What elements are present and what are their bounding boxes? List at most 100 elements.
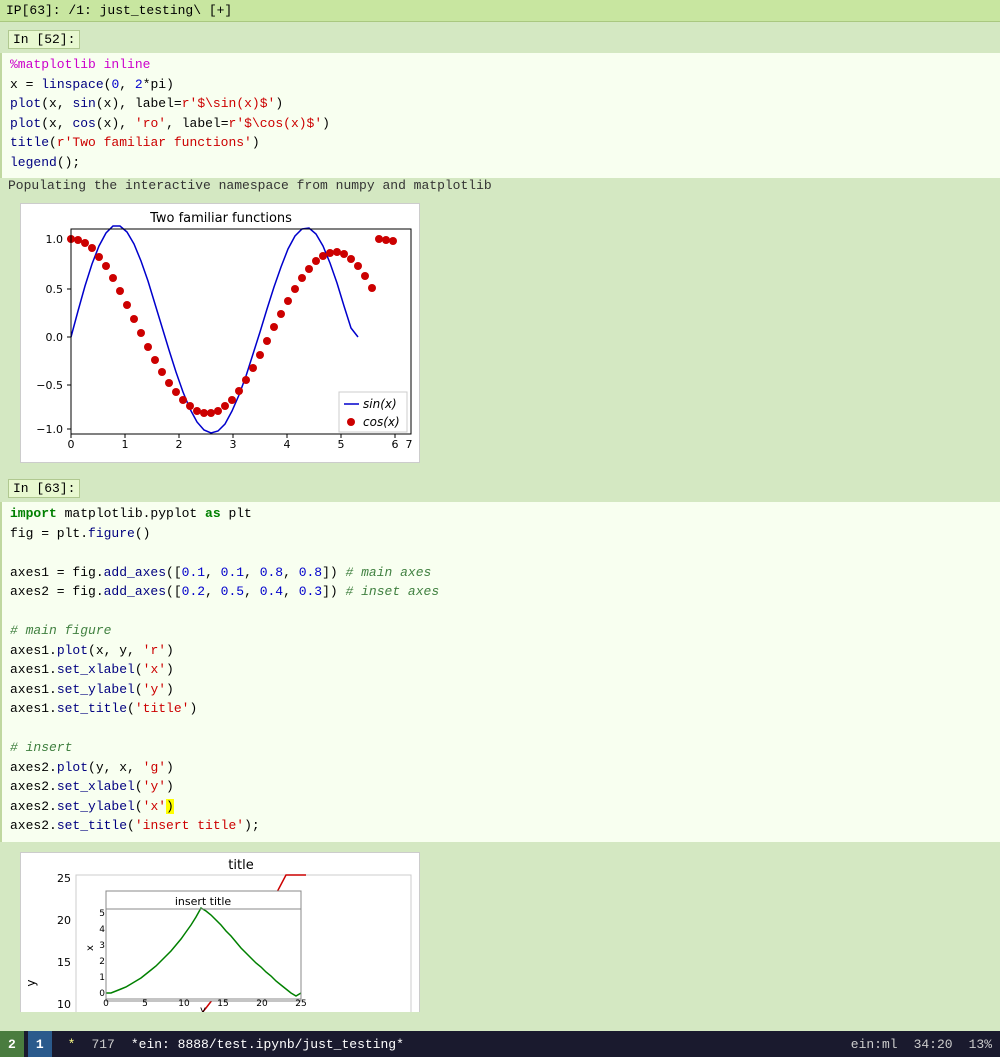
cell-1-label[interactable]: In [52]: — [8, 30, 80, 49]
inset-ytick-2: 2 — [99, 957, 105, 967]
cell-1-output: Populating the interactive namespace fro… — [0, 178, 1000, 193]
cos-dot — [368, 284, 376, 292]
cos-dot — [109, 274, 117, 282]
y-tick-neg0-5: −0.5 — [36, 379, 63, 392]
notebook-content: In [52]: %matplotlib inline x = linspace… — [0, 22, 1000, 1012]
x-tick-2: 2 — [176, 438, 183, 451]
legend-sin-label: sin(x) — [363, 397, 397, 411]
x-tick-3: 3 — [230, 438, 237, 451]
cos-dot — [214, 407, 222, 415]
status-position: 34:20 — [906, 1037, 961, 1052]
cos-dot — [249, 364, 257, 372]
y-tick-neg1: −1.0 — [36, 423, 63, 436]
cos-dot — [228, 396, 236, 404]
inset-xtick-5: 5 — [142, 999, 148, 1009]
cos-dot — [263, 337, 271, 345]
inset-ytick-3: 3 — [99, 941, 105, 951]
y-tick-1: 1.0 — [46, 233, 64, 246]
cos-dot — [130, 315, 138, 323]
cos-dot — [144, 343, 152, 351]
cell-1-code[interactable]: %matplotlib inline x = linspace(0, 2*pi)… — [0, 53, 1000, 178]
y-tick-main-15: 15 — [57, 956, 71, 969]
cos-dot — [200, 409, 208, 417]
cos-dot — [207, 409, 215, 417]
cos-dot — [389, 237, 397, 245]
inset-ytick-0: 0 — [99, 989, 105, 999]
x-tick-4: 4 — [284, 438, 291, 451]
cos-dot — [158, 368, 166, 376]
status-bar: 2 1 * 717 *ein: 8888/test.ipynb/just_tes… — [0, 1031, 1000, 1057]
sin-curve — [71, 226, 358, 433]
inset-title: insert title — [175, 895, 232, 908]
cos-dot — [361, 272, 369, 280]
y-tick-main-10: 10 — [57, 998, 71, 1011]
cos-dot — [270, 323, 278, 331]
cos-dot — [326, 249, 334, 257]
status-right: ein:ml 34:20 13% — [843, 1037, 1000, 1052]
cos-dot — [277, 310, 285, 318]
cos-dot — [123, 301, 131, 309]
cos-dot — [305, 265, 313, 273]
x-tick-6: 6 — [392, 438, 399, 451]
cos-dot — [319, 252, 327, 260]
cos-dot — [347, 255, 355, 263]
inset-xtick-0: 0 — [103, 999, 109, 1009]
main-ylabel: y — [24, 979, 38, 986]
legend-cos-dot — [347, 418, 355, 426]
cos-dot — [235, 387, 243, 395]
cos-dot — [88, 244, 96, 252]
inset-ytick-4: 4 — [99, 925, 105, 935]
cos-dot — [165, 379, 173, 387]
x-tick-1: 1 — [122, 438, 129, 451]
cos-dot — [298, 274, 306, 282]
cos-dot — [81, 239, 89, 247]
cos-dot — [179, 396, 187, 404]
cell-2-code[interactable]: import matplotlib.pyplot as plt fig = pl… — [0, 502, 1000, 842]
y-tick-main-20: 20 — [57, 914, 71, 927]
cos-dot — [242, 376, 250, 384]
main-title: title — [228, 858, 253, 873]
status-indicator: * — [60, 1037, 84, 1052]
plot-1-svg: Two familiar functions 1.0 0.5 0.0 −0.5 — [20, 203, 420, 463]
plot-2-svg: title y x 0 5 10 15 20 25 0 1 2 3 — [20, 852, 420, 1013]
plot-1-container: Two familiar functions 1.0 0.5 0.0 −0.5 — [20, 203, 420, 467]
y-tick-0-5: 0.5 — [46, 283, 64, 296]
x-tick-7: 7 — [406, 438, 413, 451]
inset-xtick-25: 25 — [295, 999, 306, 1009]
y-tick-0: 0.0 — [46, 331, 64, 344]
cos-dot — [95, 253, 103, 261]
status-percent: 13% — [961, 1037, 1000, 1052]
inset-ytick-5: 5 — [99, 909, 105, 919]
status-cell-count: 717 — [83, 1037, 122, 1052]
inset-xtick-10: 10 — [178, 999, 190, 1009]
cos-dot — [354, 262, 362, 270]
inset-ytick-1: 1 — [99, 973, 105, 983]
cos-dot — [221, 402, 229, 410]
cos-dot — [151, 356, 159, 364]
cell-1: In [52]: %matplotlib inline x = linspace… — [0, 26, 1000, 195]
cos-dot — [137, 329, 145, 337]
cos-dot — [116, 287, 124, 295]
cell-2-label[interactable]: In [63]: — [8, 479, 80, 498]
x-tick-0: 0 — [68, 438, 75, 451]
cos-dot — [340, 250, 348, 258]
cell-2: In [63]: import matplotlib.pyplot as plt… — [0, 475, 1000, 844]
cos-dot — [312, 257, 320, 265]
plot-2-container: title y x 0 5 10 15 20 25 0 1 2 3 — [20, 852, 420, 1013]
cos-dot — [256, 351, 264, 359]
status-filename: *ein: 8888/test.ipynb/just_testing* — [123, 1037, 412, 1052]
inset-xlabel: y — [200, 1005, 206, 1013]
cos-dot — [333, 248, 341, 256]
cos-dot — [193, 407, 201, 415]
cos-dot — [102, 262, 110, 270]
cos-dot — [375, 235, 383, 243]
status-mode-2: 1 — [28, 1031, 52, 1057]
inset-xtick-15: 15 — [217, 999, 228, 1009]
cos-dot — [74, 236, 82, 244]
status-mode-1: 2 — [0, 1031, 24, 1057]
cos-dot — [284, 297, 292, 305]
status-mode-text: ein:ml — [843, 1037, 906, 1052]
inset-xtick-20: 20 — [256, 999, 268, 1009]
y-tick-main-25: 25 — [57, 872, 71, 885]
cos-dot — [172, 388, 180, 396]
